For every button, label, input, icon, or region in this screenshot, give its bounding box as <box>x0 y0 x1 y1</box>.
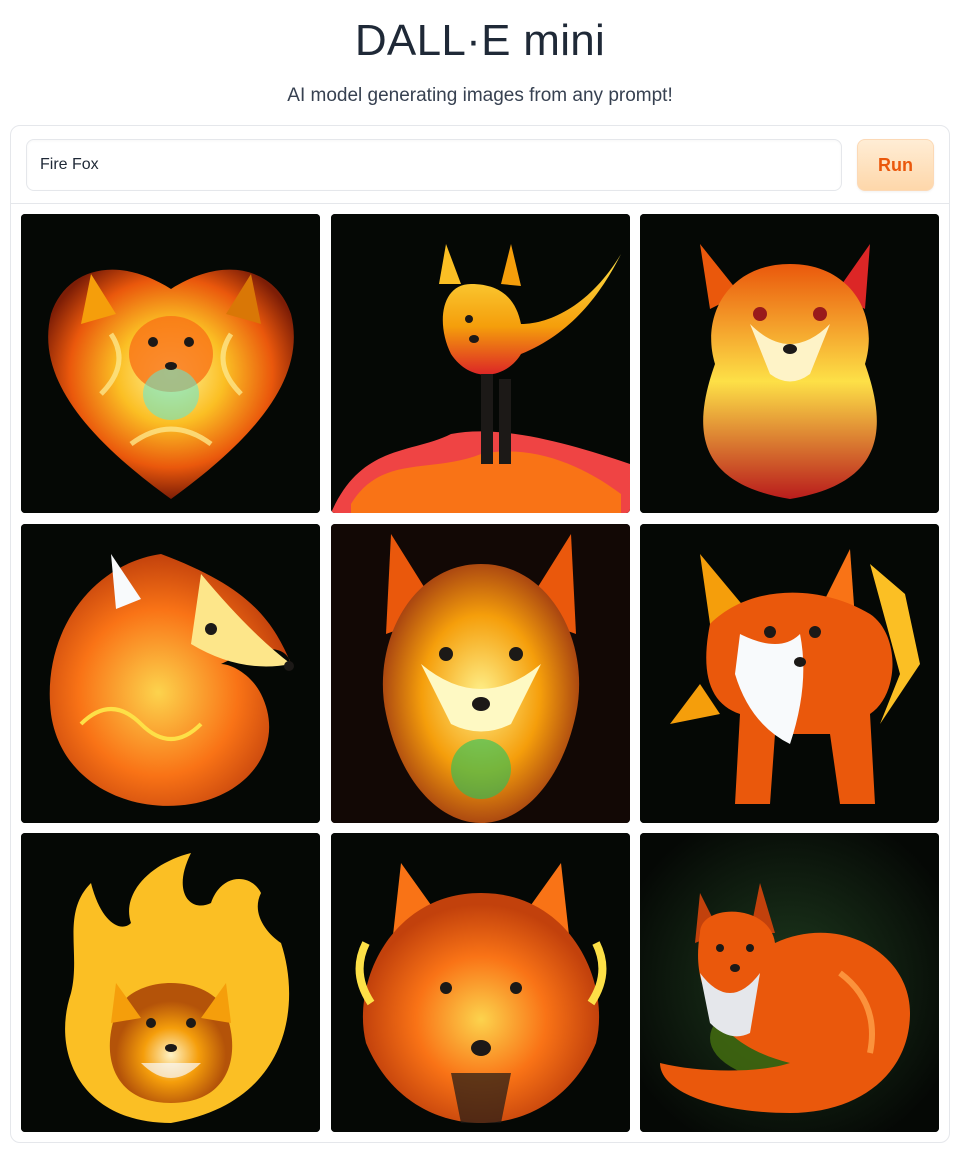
gallery-image-6[interactable] <box>640 524 939 823</box>
fire-fox-image <box>331 214 630 513</box>
gallery-image-5[interactable] <box>331 524 630 823</box>
fire-fox-image <box>331 833 630 1132</box>
prompt-input[interactable] <box>26 139 842 191</box>
prompt-row: Run <box>11 126 949 204</box>
image-gallery <box>21 214 939 1132</box>
fire-fox-image <box>640 214 939 513</box>
gallery-image-9[interactable] <box>640 833 939 1132</box>
gallery-image-2[interactable] <box>331 214 630 513</box>
fire-fox-image <box>640 833 939 1132</box>
fire-fox-image <box>21 833 320 1132</box>
fire-fox-image <box>21 524 320 823</box>
run-button[interactable]: Run <box>857 139 934 191</box>
gallery-image-8[interactable] <box>331 833 630 1132</box>
gallery-image-4[interactable] <box>21 524 320 823</box>
gallery-image-1[interactable] <box>21 214 320 513</box>
app-subtitle: AI model generating images from any prom… <box>287 85 673 106</box>
dalle-mini-page: DALL·E mini AI model generating images f… <box>0 0 960 1153</box>
gallery-image-7[interactable] <box>21 833 320 1132</box>
fire-fox-image <box>640 524 939 823</box>
fire-fox-image <box>331 524 630 823</box>
generation-panel: Run <box>10 125 950 1143</box>
gallery-image-3[interactable] <box>640 214 939 513</box>
app-title: DALL·E mini <box>354 16 606 65</box>
fire-fox-image <box>21 214 320 513</box>
